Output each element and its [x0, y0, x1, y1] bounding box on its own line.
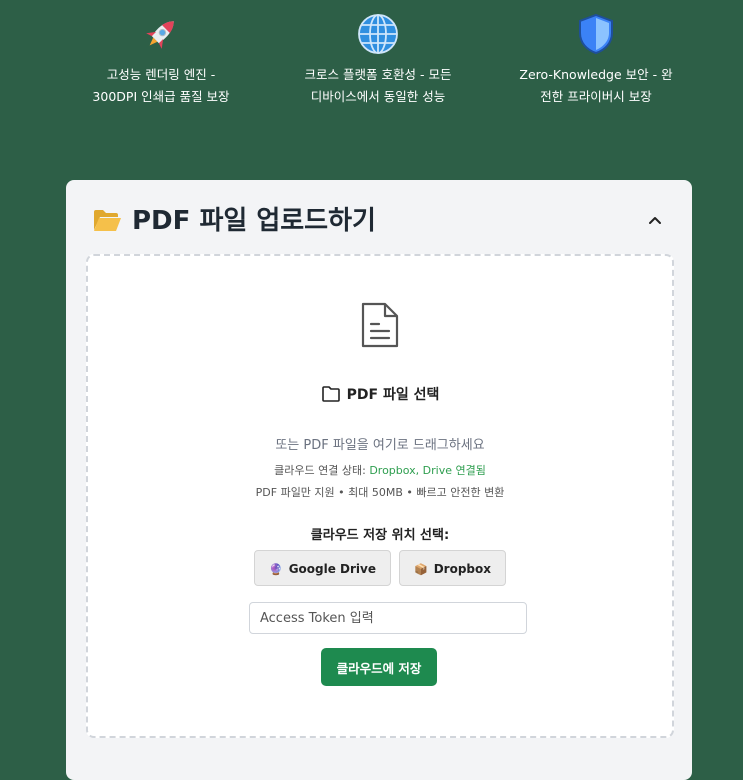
shield-icon	[579, 13, 613, 55]
feature-text-line: 전한 프라이버시 보장	[540, 89, 652, 104]
google-drive-label: Google Drive	[288, 562, 376, 576]
google-drive-icon: 🔮	[268, 563, 283, 576]
access-token-input[interactable]	[249, 602, 527, 634]
dropbox-label: Dropbox	[433, 562, 491, 576]
feature-text-line: Zero-Knowledge 보안 - 완	[519, 67, 673, 82]
drag-hint: 또는 PDF 파일을 여기로 드래그하세요	[275, 438, 485, 453]
upload-title: PDF 파일 업로드하기	[132, 206, 376, 236]
feature-text-line: 고성능 렌더링 엔진 -	[106, 67, 216, 82]
document-icon	[361, 302, 399, 348]
feature-highlights: 고성능 렌더링 엔진 - 300DPI 인쇄급 품질 보장 크로스 플랫폼 호환…	[0, 0, 743, 150]
pdf-dropzone[interactable]: PDF 파일 선택 또는 PDF 파일을 여기로 드래그하세요 클라우드 연결 …	[86, 254, 674, 738]
upload-card-header[interactable]: PDF 파일 업로드하기	[92, 204, 672, 240]
cloud-status-label: 클라우드 연결 상태:	[274, 464, 370, 477]
feature-rendering: 고성능 렌더링 엔진 - 300DPI 인쇄급 품질 보장	[51, 12, 271, 108]
save-to-cloud-button[interactable]: 클라우드에 저장	[321, 648, 437, 686]
google-drive-button[interactable]: 🔮 Google Drive	[253, 550, 391, 586]
cloud-provider-buttons: 🔮 Google Drive 📦 Dropbox	[88, 550, 672, 586]
feature-security: Zero-Knowledge 보안 - 완 전한 프라이버시 보장	[486, 12, 706, 108]
chevron-up-icon[interactable]	[644, 210, 666, 232]
folder-open-icon	[94, 210, 121, 231]
feature-text-line: 크로스 플랫폼 호환성 - 모든	[304, 67, 452, 82]
globe-icon	[358, 14, 398, 54]
dropbox-button[interactable]: 📦 Dropbox	[399, 550, 506, 586]
cloud-status-value: Dropbox, Drive 연결됨	[369, 464, 486, 477]
pdf-select-label: PDF 파일 선택	[346, 387, 440, 403]
pdf-select-button[interactable]: PDF 파일 선택	[88, 384, 672, 406]
feature-text-line: 디바이스에서 동일한 성능	[310, 89, 446, 104]
feature-compatibility: 크로스 플랫폼 호환성 - 모든 디바이스에서 동일한 성능	[268, 12, 488, 108]
cloud-storage-label: 클라우드 저장 위치 선택:	[310, 528, 450, 543]
feature-text-line: 300DPI 인쇄급 품질 보장	[92, 89, 230, 104]
rocket-icon	[146, 21, 174, 49]
folder-icon	[321, 386, 340, 402]
upload-limits: PDF 파일만 지원 • 최대 50MB • 빠르고 안전한 변환	[255, 486, 505, 499]
upload-card: PDF 파일 업로드하기 PDF 파일 선택 또는 PDF 파일을 여기로 드래…	[66, 180, 692, 780]
dropbox-icon: 📦	[414, 563, 428, 576]
cloud-status: 클라우드 연결 상태: Dropbox, Drive 연결됨	[88, 462, 672, 478]
